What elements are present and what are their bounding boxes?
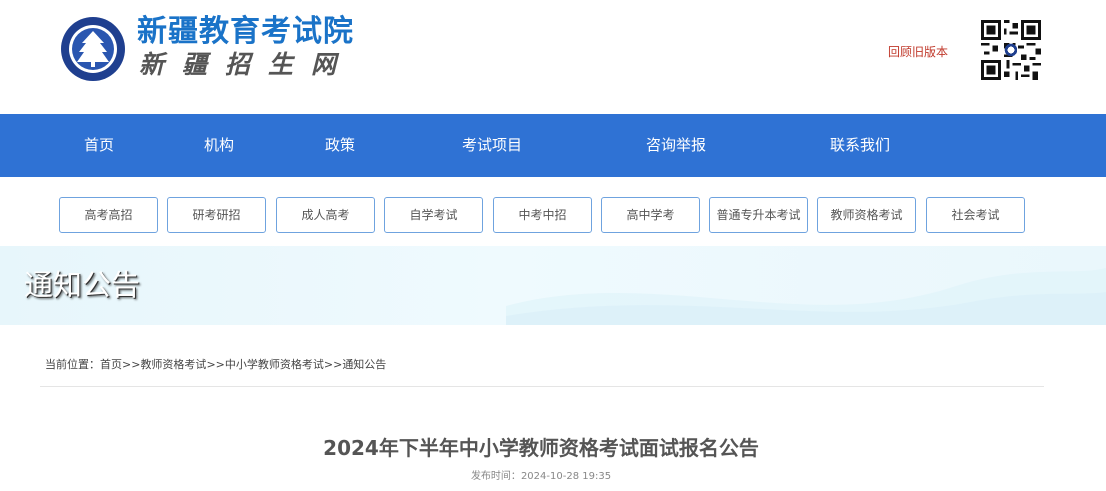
- nav-item-policy[interactable]: 政策: [325, 114, 355, 177]
- breadcrumb-separator: >>: [122, 358, 141, 371]
- category-button-gaokao[interactable]: 高考高招: [59, 197, 158, 233]
- category-button-upgrade-exam[interactable]: 普通专升本考试: [709, 197, 808, 233]
- nav-item-organization[interactable]: 机构: [204, 114, 234, 177]
- section-banner: 通知公告: [0, 246, 1106, 325]
- category-button-zhongkao[interactable]: 中考中招: [493, 197, 592, 233]
- main-nav: 首页 机构 政策 考试项目 咨询举报 联系我们: [0, 114, 1106, 177]
- breadcrumb: 当前位置：首页>>教师资格考试>>中小学教师资格考试>>通知公告: [45, 357, 386, 373]
- category-button-postgrad[interactable]: 研考研招: [167, 197, 266, 233]
- site-header: 新疆教育考试院 新疆招生网 回顾旧版本: [0, 0, 1106, 114]
- banner-wave-decoration: [506, 268, 1106, 325]
- breadcrumb-notices[interactable]: 通知公告: [342, 358, 386, 371]
- site-subtitle: 新疆招生网: [139, 50, 355, 79]
- article-title: 2024年下半年中小学教师资格考试面试报名公告: [323, 436, 759, 460]
- category-button-self-study[interactable]: 自学考试: [384, 197, 483, 233]
- category-button-high-school-test[interactable]: 高中学考: [601, 197, 700, 233]
- banner-title: 通知公告: [24, 268, 141, 302]
- category-button-social-exam[interactable]: 社会考试: [926, 197, 1025, 233]
- exam-institute-emblem-icon[interactable]: [60, 16, 126, 82]
- breadcrumb-separator: >>: [323, 358, 343, 371]
- breadcrumb-prefix: 当前位置：: [45, 358, 100, 371]
- nav-item-consult-report[interactable]: 咨询举报: [646, 114, 706, 177]
- publish-time: 2024-10-28 19:35: [520, 471, 612, 482]
- nav-item-contact[interactable]: 联系我们: [830, 114, 890, 177]
- old-version-link[interactable]: 回顾旧版本: [888, 43, 948, 60]
- breadcrumb-school-teacher-cert[interactable]: 中小学教师资格考试: [225, 358, 324, 371]
- category-button-teacher-cert[interactable]: 教师资格考试: [817, 197, 916, 233]
- qr-code-icon: [981, 20, 1041, 80]
- breadcrumb-divider: [40, 386, 1044, 387]
- site-title[interactable]: 新疆教育考试院: [137, 13, 354, 51]
- breadcrumb-separator: >>: [206, 358, 225, 371]
- publish-info: 发布时间：2024-10-28 19:35: [0, 470, 1082, 484]
- category-button-adult-exam[interactable]: 成人高考: [276, 197, 375, 233]
- publish-label: 发布时间：: [470, 471, 521, 482]
- nav-item-home[interactable]: 首页: [84, 114, 114, 177]
- breadcrumb-teacher-cert[interactable]: 教师资格考试: [140, 358, 206, 371]
- breadcrumb-home[interactable]: 首页: [100, 358, 122, 371]
- nav-item-exam-projects[interactable]: 考试项目: [462, 114, 522, 177]
